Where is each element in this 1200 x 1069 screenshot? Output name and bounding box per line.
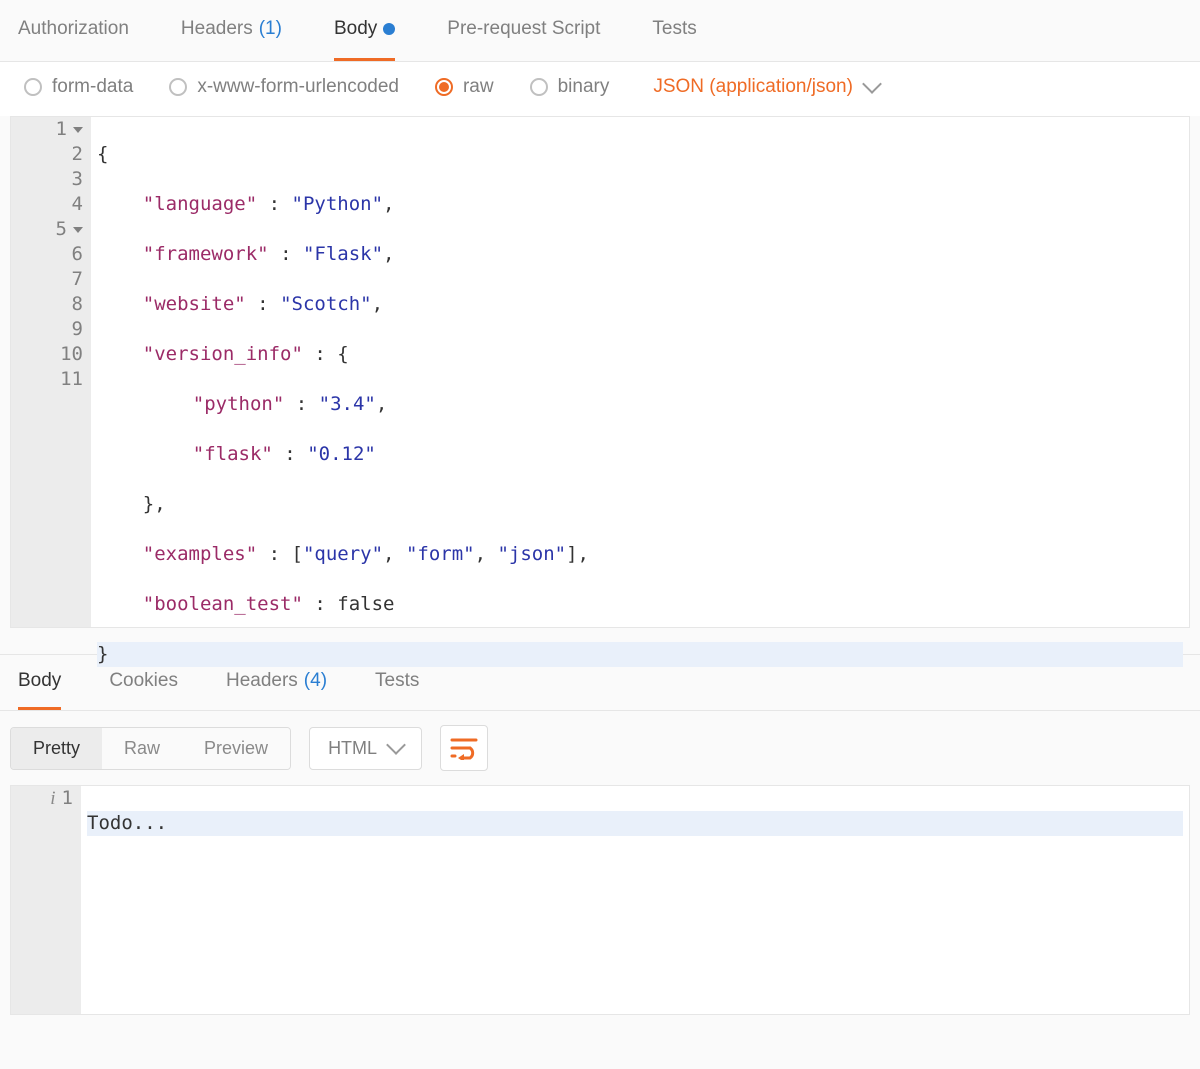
editor-code[interactable]: { "language" : "Python", "framework" : "… [91,117,1189,627]
radio-raw[interactable]: raw [435,76,494,98]
resp-tab-headers-label: Headers [226,670,298,692]
tab-tests[interactable]: Tests [652,0,696,61]
view-pretty-button[interactable]: Pretty [11,728,102,769]
fold-icon[interactable] [73,127,83,133]
resp-tab-headers-count: (4) [304,670,327,692]
editor-gutter: 1 2 3 4 5 6 7 8 9 10 11 [11,117,91,627]
code-token: false [337,593,394,615]
tab-headers-label: Headers [181,18,253,40]
tab-body-label: Body [334,18,377,40]
body-type-row: form-data x-www-form-urlencoded raw bina… [0,62,1200,116]
line-number: 2 [72,142,83,167]
content-type-label: JSON (application/json) [653,76,853,98]
line-number: 4 [72,192,83,217]
code-token: "framework" [143,243,269,265]
tab-body[interactable]: Body [334,0,395,61]
code-token: "query" [303,543,383,565]
info-icon: i [50,786,55,811]
content-type-dropdown[interactable]: JSON (application/json) [653,76,879,98]
chevron-down-icon [386,735,406,755]
response-lang-dropdown[interactable]: HTML [309,727,422,770]
fold-icon[interactable] [73,227,83,233]
tab-headers-count: (1) [259,18,282,40]
radio-label: raw [463,76,494,98]
tab-headers[interactable]: Headers (1) [181,0,282,61]
radio-urlencoded[interactable]: x-www-form-urlencoded [169,76,399,98]
code-token: { [97,143,108,165]
response-toolbar: Pretty Raw Preview HTML [0,711,1200,785]
radio-label: binary [558,76,610,98]
line-number: 10 [60,342,83,367]
wrap-lines-icon [450,736,478,760]
resp-tab-headers[interactable]: Headers (4) [226,655,327,710]
radio-form-data[interactable]: form-data [24,76,133,98]
code-token: "Python" [292,193,384,215]
radio-binary[interactable]: binary [530,76,610,98]
code-token: "flask" [193,443,273,465]
resp-tab-tests[interactable]: Tests [375,655,419,710]
code-token: Todo... [87,812,167,834]
chevron-down-icon [862,74,882,94]
radio-icon [530,78,548,96]
request-body-editor[interactable]: 1 2 3 4 5 6 7 8 9 10 11 { "language" : "… [10,116,1190,628]
code-token: "version_info" [143,343,303,365]
response-body-editor[interactable]: i 1 Todo... [10,785,1190,1015]
code-token: "3.4" [319,393,376,415]
line-number: 9 [72,317,83,342]
line-number: 7 [72,267,83,292]
tab-authorization[interactable]: Authorization [18,0,129,61]
code-token: "python" [193,393,285,415]
view-raw-button[interactable]: Raw [102,728,182,769]
view-preview-button[interactable]: Preview [182,728,290,769]
code-token: "json" [497,543,566,565]
code-token: } [97,643,108,665]
wrap-lines-button[interactable] [440,725,488,771]
tab-prerequest[interactable]: Pre-request Script [447,0,600,61]
response-code[interactable]: Todo... [81,786,1189,1014]
code-token: "website" [143,293,246,315]
resp-tab-body[interactable]: Body [18,655,61,710]
response-lang-label: HTML [328,738,377,759]
line-number: 6 [72,242,83,267]
radio-icon [169,78,187,96]
line-number: 1 [62,786,73,811]
radio-label: form-data [52,76,133,98]
code-token: "form" [406,543,475,565]
radio-icon [435,78,453,96]
line-number: 1 [56,117,67,142]
line-number: 11 [60,367,83,392]
code-token: "examples" [143,543,257,565]
unsaved-dot-icon [383,23,395,35]
code-token: "language" [143,193,257,215]
code-token: "0.12" [307,443,376,465]
code-token: "boolean_test" [143,593,303,615]
request-tabs: Authorization Headers (1) Body Pre-reque… [0,0,1200,62]
response-view-switch: Pretty Raw Preview [10,727,291,770]
resp-tab-cookies[interactable]: Cookies [109,655,178,710]
radio-label: x-www-form-urlencoded [197,76,399,98]
line-number: 5 [56,217,67,242]
code-token: "Flask" [303,243,383,265]
code-token: "Scotch" [280,293,372,315]
line-number: 3 [72,167,83,192]
response-gutter: i 1 [11,786,81,1014]
line-number: 8 [72,292,83,317]
radio-icon [24,78,42,96]
